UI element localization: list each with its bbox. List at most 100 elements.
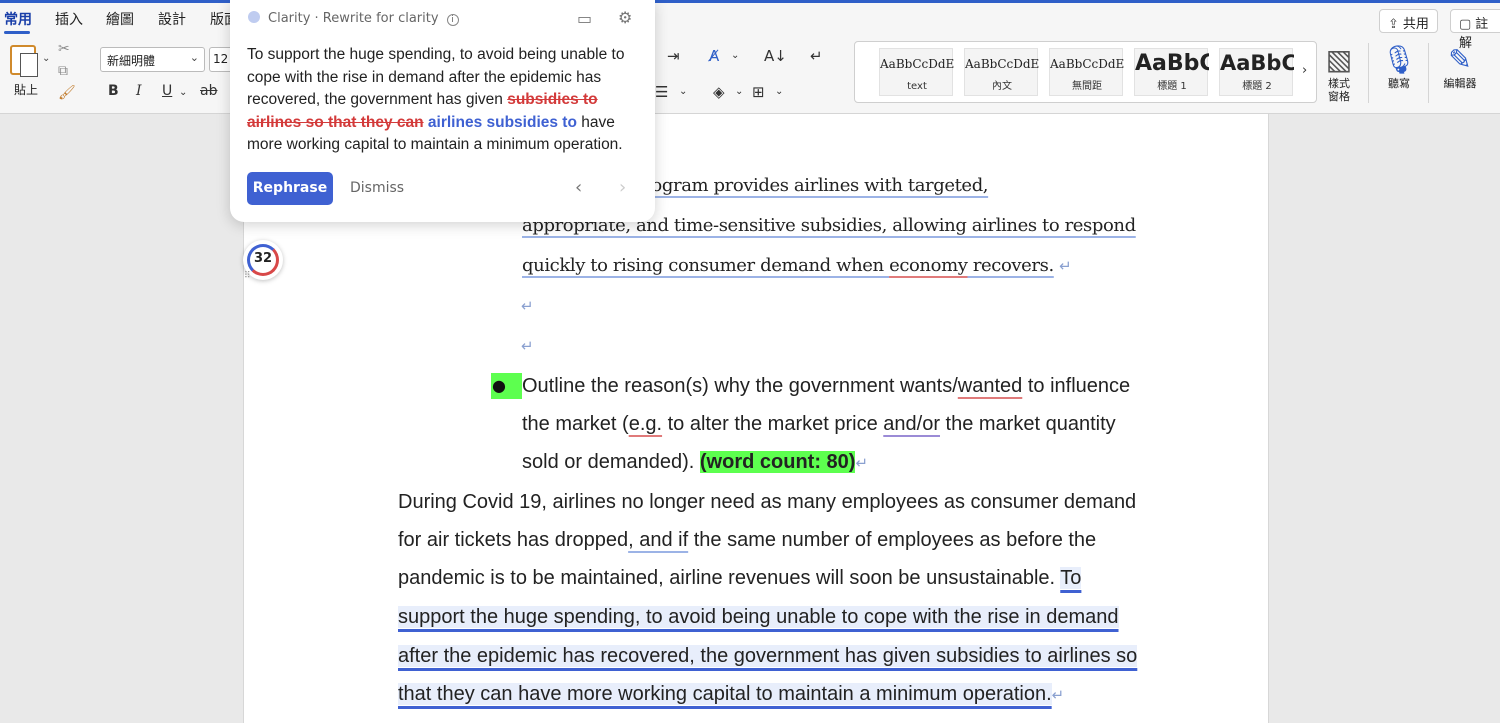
doc-line[interactable]: for air tickets has dropped, and if the …	[398, 529, 1096, 552]
style-name: 無間距	[1072, 81, 1102, 92]
clarity-flag[interactable]: , and if	[628, 529, 688, 551]
doc-text: the market quantity	[939, 413, 1116, 435]
chevron-right-icon[interactable]: ›	[1302, 63, 1307, 78]
clarity-selection[interactable]: To	[1060, 567, 1082, 589]
bold-button[interactable]: B	[108, 83, 119, 99]
chevron-down-icon[interactable]: ⌄	[775, 86, 783, 97]
bullet-line[interactable]: Outline the reason(s) why the government…	[522, 375, 1130, 398]
borders-icon[interactable]: ⊞	[752, 83, 765, 101]
style-name: 標題 2	[1242, 81, 1272, 92]
dictate-button[interactable]: 🎙 聽寫	[1376, 43, 1422, 90]
doc-line[interactable]: that they can have more working capital …	[398, 683, 1064, 706]
doc-text: the market (	[522, 413, 629, 435]
style-name: 內文	[992, 81, 1012, 92]
doc-text: to influence	[1022, 375, 1131, 397]
tab-home[interactable]: 常用	[4, 9, 32, 29]
chevron-left-icon[interactable]: ‹	[575, 177, 582, 198]
card-title: Clarity · Rewrite for clarity	[268, 11, 439, 26]
doc-text: sold or demanded).	[522, 451, 700, 473]
document-icon	[20, 53, 38, 77]
info-icon[interactable]: i	[446, 14, 459, 26]
clarity-suggestion-card: Clarity · Rewrite for clarity i ▭ ⚙ To su…	[230, 0, 655, 222]
line-break-icon[interactable]: ↵	[810, 47, 823, 65]
tab-draw[interactable]: 繪圖	[106, 9, 134, 29]
feedback-icon[interactable]: ▭	[577, 9, 592, 28]
style-flag[interactable]: and/or	[883, 413, 940, 435]
grammar-flag[interactable]: e.g.	[629, 413, 662, 435]
styles-pane-button[interactable]: ▧ 樣式 窗格	[1316, 43, 1362, 103]
share-icon: ⇪	[1388, 17, 1399, 32]
doc-text: the same number of employees as before t…	[688, 529, 1097, 551]
active-tab-indicator	[4, 31, 30, 34]
doc-text: quickly to rising consumer demand when	[522, 255, 890, 276]
grammar-flag[interactable]: wanted	[958, 375, 1023, 397]
style-preview: AaBbCcDdEe	[1050, 57, 1124, 71]
styles-pane-icon: ▧	[1325, 43, 1353, 76]
doc-text: recovers.	[967, 255, 1054, 276]
style-heading-1[interactable]: AaBbC( 標題 1	[1134, 48, 1209, 96]
chevron-down-icon[interactable]: ⌄	[679, 86, 687, 97]
style-heading-2[interactable]: AaBbC 標題 2	[1219, 48, 1294, 96]
doc-line[interactable]: after the epidemic has recovered, the go…	[398, 645, 1138, 668]
editor-button[interactable]: ✎ 編輯器	[1437, 43, 1483, 90]
paragraph-mark-icon: ↵	[521, 337, 534, 355]
share-button[interactable]: ⇪ 共用	[1379, 9, 1438, 33]
sort-icon[interactable]: A↓	[764, 47, 787, 65]
chevron-down-icon[interactable]: ⌄	[735, 86, 743, 97]
doc-line[interactable]: pandemic is to be maintained, airline re…	[398, 567, 1082, 590]
clarity-selection[interactable]: support the huge spending, to avoid bein…	[398, 606, 1119, 628]
drag-handle-icon[interactable]: ⠿	[244, 271, 251, 281]
dismiss-button[interactable]: Dismiss	[350, 180, 404, 196]
spelling-flag[interactable]: economy	[889, 255, 968, 276]
font-name-select[interactable]: 新細明體 ⌄	[100, 47, 205, 72]
chevron-down-icon[interactable]: ⌄	[42, 53, 50, 64]
editor-pen-icon: ✎	[1448, 43, 1472, 76]
tab-insert[interactable]: 插入	[55, 9, 83, 29]
clarity-selection[interactable]: after the epidemic has recovered, the go…	[398, 645, 1138, 667]
tab-design[interactable]: 設計	[158, 9, 186, 29]
shading-icon[interactable]: ◈	[713, 83, 725, 101]
styles-gallery: AaBbCcDdEe text AaBbCcDdEe 內文 AaBbCcDdEe…	[854, 41, 1317, 103]
style-normal[interactable]: AaBbCcDdEe 內文	[964, 48, 1039, 96]
doc-line[interactable]: quickly to rising consumer demand when e…	[522, 255, 1072, 276]
style-preview: AaBbC(	[1135, 51, 1209, 76]
suggestion-text: To support the huge spending, to avoid b…	[247, 44, 647, 157]
paragraph-mark-icon: ↵	[1059, 257, 1072, 275]
copy-icon[interactable]: ⧉	[58, 63, 68, 79]
bullet-line[interactable]: the market (e.g. to alter the market pri…	[522, 413, 1116, 436]
underline-dropdown-icon[interactable]: ⌄	[179, 87, 187, 98]
doc-line[interactable]: During Covid 19, airlines no longer need…	[398, 491, 1136, 514]
style-preview: AaBbC	[1220, 51, 1294, 75]
comments-button[interactable]: ▢ 註解	[1450, 9, 1500, 51]
text-effects-icon[interactable]: A̸	[709, 47, 719, 65]
style-preview: AaBbCcDdEe	[880, 57, 954, 71]
bullet-line[interactable]: sold or demanded). (word count: 80)↵	[522, 451, 868, 474]
doc-text: for air tickets has dropped	[398, 529, 629, 551]
italic-button[interactable]: I	[136, 83, 142, 99]
style-no-spacing[interactable]: AaBbCcDdEe 無間距	[1049, 48, 1124, 96]
gear-icon[interactable]: ⚙	[618, 8, 632, 27]
chevron-down-icon: ⌄	[189, 51, 199, 64]
paragraph-mark-icon: ↵	[1051, 686, 1065, 704]
style-name: 標題 1	[1157, 81, 1187, 92]
paste-button[interactable]: ⌄ 貼上	[6, 43, 50, 99]
doc-text: During Covid 19, airlines no longer need…	[398, 491, 1137, 513]
rephrase-button[interactable]: Rephrase	[247, 172, 333, 205]
doc-text: Outline the reason(s) why the government…	[522, 375, 958, 397]
chevron-right-icon[interactable]: ›	[619, 177, 626, 198]
doc-line[interactable]: support the huge spending, to avoid bein…	[398, 606, 1119, 629]
indent-icon[interactable]: ⇥	[667, 47, 680, 65]
share-label: 共用	[1402, 17, 1429, 32]
underline-button[interactable]: U	[162, 83, 172, 99]
font-size-value: 12	[213, 52, 229, 66]
line-spacing-icon[interactable]: ☰	[655, 83, 668, 101]
doc-text: to alter the market price	[662, 413, 884, 435]
clarity-selection[interactable]: that they can have more working capital …	[398, 683, 1052, 705]
strikethrough-button[interactable]: ab	[200, 83, 217, 99]
chevron-down-icon[interactable]: ⌄	[731, 50, 739, 61]
style-text[interactable]: AaBbCcDdEe text	[879, 48, 954, 96]
format-painter-icon[interactable]: 🖌	[58, 85, 76, 101]
cut-icon[interactable]: ✂	[58, 41, 70, 57]
dictate-label: 聽寫	[1388, 77, 1410, 90]
paragraph-mark-icon: ↵	[521, 297, 534, 315]
